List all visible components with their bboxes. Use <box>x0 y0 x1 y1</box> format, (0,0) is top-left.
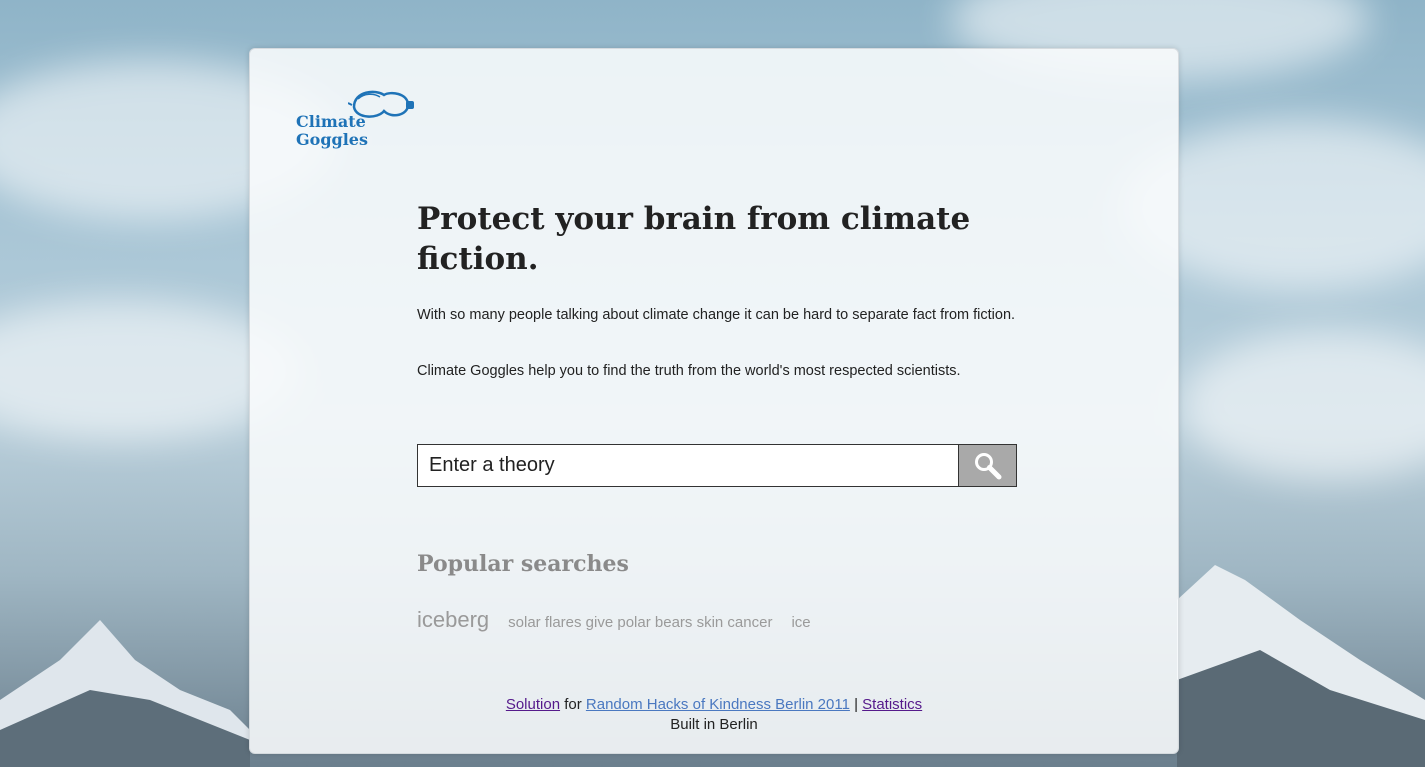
search-input[interactable] <box>417 444 959 487</box>
search-bar <box>417 444 1018 489</box>
popular-search-item[interactable]: iceberg <box>417 607 489 633</box>
popular-search-item[interactable]: solar flares give polar bears skin cance… <box>508 614 772 631</box>
search-icon <box>974 452 1001 479</box>
built-in-text: Built in Berlin <box>670 716 758 733</box>
logo-text: Climate Goggles <box>296 113 368 149</box>
search-button[interactable] <box>958 444 1017 487</box>
popular-search-item[interactable]: ice <box>791 614 810 631</box>
statistics-link[interactable]: Statistics <box>862 696 922 713</box>
popular-searches-list: iceberg solar flares give polar bears sk… <box>417 607 811 633</box>
footer-for-text: for <box>560 696 586 713</box>
logo[interactable]: Climate Goggles <box>296 85 416 155</box>
footer: Solution for Random Hacks of Kindness Be… <box>250 695 1178 735</box>
main-panel: Climate Goggles Protect your brain from … <box>249 48 1179 754</box>
logo-line2: Goggles <box>296 130 368 149</box>
popular-searches-heading: Popular searches <box>417 551 629 577</box>
solution-link[interactable]: Solution <box>506 696 560 713</box>
intro-paragraph-1: With so many people talking about climat… <box>417 307 1016 323</box>
logo-line1: Climate <box>296 112 366 131</box>
page-title: Protect your brain from climate fiction. <box>417 201 971 277</box>
intro-paragraph-2: Climate Goggles help you to find the tru… <box>417 363 961 379</box>
footer-credits: Solution for Random Hacks of Kindness Be… <box>250 695 1178 715</box>
event-link[interactable]: Random Hacks of Kindness Berlin 2011 <box>586 696 850 713</box>
footer-separator: | <box>849 696 863 713</box>
